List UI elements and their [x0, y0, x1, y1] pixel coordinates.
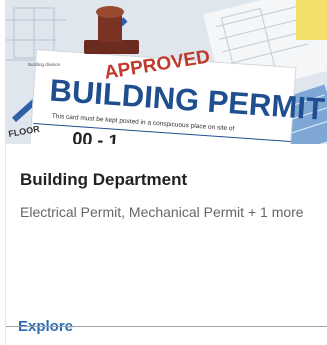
division-label-text: Building division: [28, 62, 61, 67]
card-hero-image: BUILDING PERMIT This card must be kept p…: [6, 0, 327, 144]
svg-text:00 - 1: 00 - 1: [72, 128, 119, 144]
card-divider: [6, 326, 327, 327]
department-card[interactable]: BUILDING PERMIT This card must be kept p…: [5, 0, 327, 345]
card-subtitle: Electrical Permit, Mechanical Permit + 1…: [20, 204, 304, 220]
building-permit-illustration: BUILDING PERMIT This card must be kept p…: [6, 0, 327, 144]
card-title: Building Department: [20, 170, 188, 189]
